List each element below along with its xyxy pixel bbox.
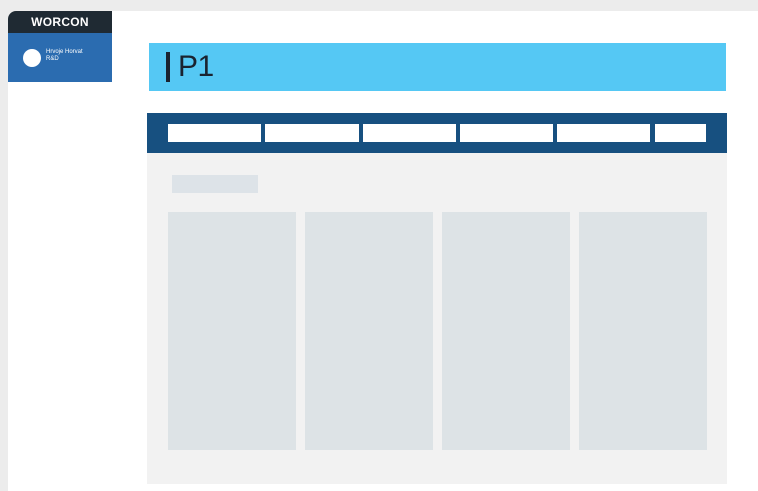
title-accent-bar (166, 52, 170, 82)
tab-5[interactable] (557, 124, 650, 142)
tab-6[interactable] (655, 124, 706, 142)
tab-3[interactable] (363, 124, 456, 142)
tab-2[interactable] (265, 124, 359, 142)
tab-4[interactable] (460, 124, 553, 142)
content-card-3[interactable] (442, 212, 570, 450)
brand-logo[interactable]: WORCON (8, 11, 112, 33)
main-content (147, 153, 727, 484)
tab-bar (147, 113, 727, 153)
section-heading-placeholder (172, 175, 258, 193)
user-profile-card[interactable]: Hrvoje Horvat R&D (8, 33, 112, 82)
user-name: Hrvoje Horvat (46, 49, 83, 55)
content-card-1[interactable] (168, 212, 296, 450)
brand-logo-text: WORCON (31, 15, 89, 29)
sidebar: WORCON Hrvoje Horvat R&D (8, 11, 112, 82)
content-card-2[interactable] (305, 212, 433, 450)
avatar (23, 49, 41, 67)
user-department: R&D (46, 56, 59, 62)
page-title: P1 (178, 50, 214, 83)
user-info: Hrvoje Horvat R&D (46, 49, 83, 63)
page-title-banner: P1 (149, 43, 726, 91)
tab-1[interactable] (168, 124, 261, 142)
content-card-4[interactable] (579, 212, 707, 450)
